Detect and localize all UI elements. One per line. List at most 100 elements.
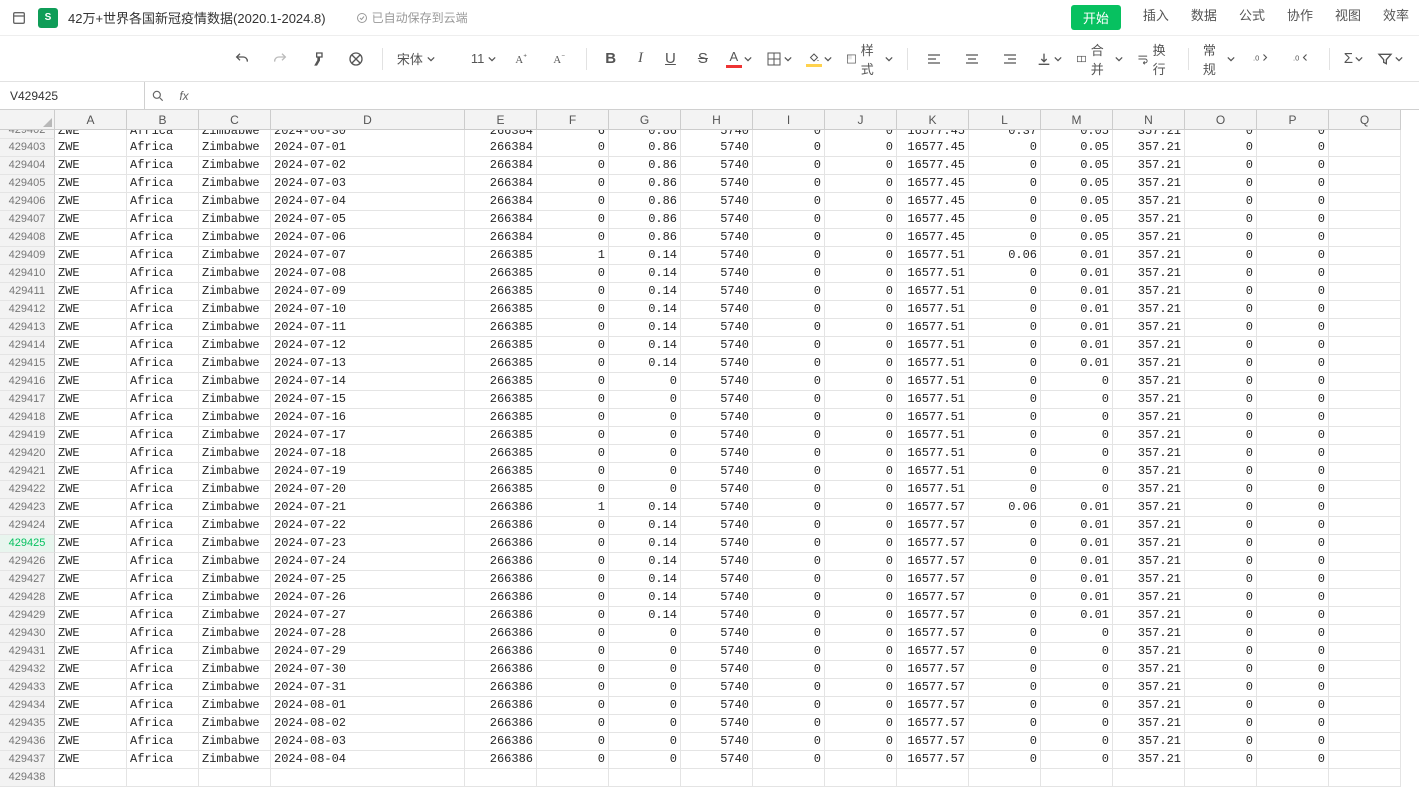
cell[interactable]: 357.21 [1113,211,1185,229]
cell[interactable]: Zimbabwe [199,463,271,481]
cell[interactable]: 0 [825,283,897,301]
cell[interactable] [969,769,1041,787]
cell[interactable]: 5740 [681,265,753,283]
cell[interactable] [1329,463,1401,481]
cell[interactable]: 266384 [465,211,537,229]
cell[interactable]: 0 [1041,643,1113,661]
column-header-D[interactable]: D [271,110,465,130]
cell[interactable]: 16577.45 [897,157,969,175]
cell[interactable]: 0 [1185,337,1257,355]
cell[interactable] [897,769,969,787]
cell[interactable]: 0 [825,319,897,337]
cell[interactable]: ZWE [55,301,127,319]
cell[interactable]: 5740 [681,319,753,337]
row-header[interactable]: 429416 [0,373,55,391]
cell[interactable]: 5740 [681,697,753,715]
cell[interactable]: 16577.57 [897,643,969,661]
align-left-button[interactable] [922,47,946,71]
cell[interactable]: Zimbabwe [199,301,271,319]
cell[interactable]: 0 [825,427,897,445]
cell[interactable] [753,769,825,787]
cell[interactable]: 0 [969,355,1041,373]
cell[interactable]: 2024-08-04 [271,751,465,769]
cell[interactable]: Zimbabwe [199,130,271,139]
cell[interactable]: 0 [1257,427,1329,445]
select-all-corner[interactable] [0,110,55,130]
column-header-G[interactable]: G [609,110,681,130]
cell[interactable]: 0 [537,643,609,661]
cell[interactable]: 0 [1257,661,1329,679]
cell[interactable] [609,769,681,787]
cell[interactable]: 2024-07-09 [271,283,465,301]
cell[interactable]: 0.14 [609,499,681,517]
cell[interactable]: 0 [1185,517,1257,535]
cell[interactable]: 0 [1257,130,1329,139]
cell[interactable]: 0 [825,265,897,283]
redo-button[interactable] [268,47,292,71]
clear-format-button[interactable] [344,47,368,71]
cell[interactable]: 0 [753,643,825,661]
cell[interactable]: ZWE [55,463,127,481]
cell[interactable]: Zimbabwe [199,535,271,553]
cell[interactable]: 0 [969,193,1041,211]
cell[interactable]: 266385 [465,463,537,481]
cell[interactable]: 0.01 [1041,607,1113,625]
cell[interactable]: 0 [753,247,825,265]
cell[interactable]: 0.01 [1041,553,1113,571]
cell[interactable]: 0 [1257,679,1329,697]
cell[interactable]: 5740 [681,130,753,139]
cell[interactable]: 16577.51 [897,355,969,373]
cell[interactable]: 0 [1185,301,1257,319]
cell[interactable]: ZWE [55,553,127,571]
cell[interactable]: 0 [969,751,1041,769]
cell[interactable]: 5740 [681,211,753,229]
cell[interactable] [1329,265,1401,283]
cell[interactable]: 0 [537,211,609,229]
cell[interactable]: 0 [1185,283,1257,301]
row-header[interactable]: 429406 [0,193,55,211]
cell[interactable] [1329,715,1401,733]
cell[interactable]: 2024-07-13 [271,355,465,373]
cell[interactable]: 0 [1185,463,1257,481]
row-header[interactable]: 429432 [0,661,55,679]
cell[interactable]: 0 [1257,391,1329,409]
row-header[interactable]: 429415 [0,355,55,373]
cell[interactable]: 0.01 [1041,517,1113,535]
cell[interactable]: 0 [1257,643,1329,661]
bold-button[interactable]: B [601,46,620,71]
cell[interactable] [1329,535,1401,553]
cell[interactable]: 16577.51 [897,409,969,427]
cell[interactable]: 0 [1185,697,1257,715]
cell[interactable]: 0 [825,625,897,643]
cell[interactable]: 0 [1185,427,1257,445]
cell[interactable]: ZWE [55,517,127,535]
cell[interactable]: 357.21 [1113,625,1185,643]
menu-start[interactable]: 开始 [1071,5,1121,30]
cell[interactable]: 0 [753,571,825,589]
cell[interactable]: 0 [969,301,1041,319]
cell[interactable]: 5740 [681,337,753,355]
cell[interactable] [1329,427,1401,445]
cell[interactable]: 0 [1041,625,1113,643]
cell[interactable] [537,769,609,787]
cell[interactable]: 0.01 [1041,337,1113,355]
cell[interactable]: 0 [1185,373,1257,391]
cell[interactable]: 0 [1185,733,1257,751]
cell[interactable]: 0 [1257,553,1329,571]
cell[interactable]: 0 [1185,607,1257,625]
cell[interactable]: 5740 [681,463,753,481]
cell[interactable]: 2024-08-01 [271,697,465,715]
cell[interactable]: 266386 [465,499,537,517]
font-size-select[interactable]: 11 [471,51,497,66]
cell[interactable] [1329,571,1401,589]
cell[interactable]: 0.86 [609,157,681,175]
cell[interactable] [1329,373,1401,391]
cell[interactable]: 357.21 [1113,571,1185,589]
cell[interactable] [1329,661,1401,679]
cell[interactable]: 0 [753,355,825,373]
cell[interactable]: 0 [1185,535,1257,553]
cell[interactable]: Africa [127,715,199,733]
cell[interactable]: ZWE [55,571,127,589]
cell[interactable]: 5740 [681,643,753,661]
increase-decimal-button[interactable]: .0 [1249,47,1275,71]
